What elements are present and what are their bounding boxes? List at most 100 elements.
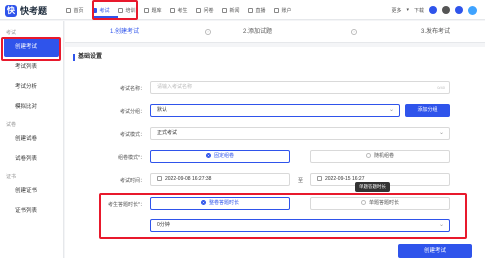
nav-item-candidates[interactable]: 考生: [166, 0, 192, 20]
sidebar-item-certificate-list[interactable]: 证书列表: [0, 201, 63, 221]
brand-name: 快考题: [20, 6, 48, 16]
arrow-right-icon: ›: [351, 29, 357, 35]
nav-label: 题库: [151, 7, 162, 14]
step-create-exam: 1.创建考试: [110, 29, 140, 35]
answer-duration-label: 考生答题时长*：: [108, 202, 145, 208]
sidebar-group-paper: 试卷: [6, 122, 17, 128]
label-text: 组卷模式: [118, 155, 139, 161]
sidebar-group-exam: 考试: [6, 30, 17, 36]
exam-time-label: 考试时间：: [119, 178, 145, 184]
placeholder-text: 请输入考试名称: [157, 84, 193, 90]
label-text: 考生答题时长: [108, 202, 139, 208]
nav-label: 新闻: [229, 7, 240, 14]
radio-label: 整卷答题时长: [208, 200, 239, 206]
char-counter: 0/40: [437, 85, 445, 90]
calendar-icon: [157, 176, 162, 181]
sidebar-item-create-exam[interactable]: 创建考试: [4, 37, 59, 57]
exam-category-select[interactable]: 默认 ⌄: [150, 104, 400, 117]
nav-item-survey[interactable]: 问卷: [192, 0, 218, 20]
label-text: 考试名称: [119, 86, 140, 92]
select-value: 默认: [157, 107, 168, 113]
start-time-input[interactable]: 2022-09-08 16:27:38: [150, 173, 290, 186]
radio-dot-icon: [200, 200, 206, 205]
sidebar-group-certificate: 证书: [6, 174, 17, 180]
top-navigation: 快 快考题 首页 考试 培训 题库 考生 问卷 新闻 直播 账户 更多 ▾ 下载: [0, 0, 485, 20]
input-value: 2022-09-08 16:27:38: [165, 176, 212, 182]
exam-name-label: 考试名称：: [119, 86, 145, 92]
radio-random-paper[interactable]: 随机组卷: [310, 150, 450, 163]
nav-label: 账户: [281, 7, 292, 14]
duration-select[interactable]: 0分钟 ⌄: [150, 219, 450, 232]
sidebar-item-create-paper[interactable]: 创建试卷: [0, 129, 63, 149]
chevron-down-icon: ⌄: [438, 222, 444, 228]
radio-dot-icon: [360, 200, 366, 205]
avatar[interactable]: [468, 5, 477, 15]
sidebar-item-create-certificate[interactable]: 创建证书: [0, 181, 63, 201]
radio-dot-icon: [205, 153, 211, 158]
exam-category-label: 考试分组：: [119, 109, 145, 115]
section-title: 基础设置: [73, 54, 102, 61]
chevron-down-icon: ⌄: [438, 130, 444, 136]
radio-per-question-duration[interactable]: 单题答题时长: [310, 197, 450, 210]
home-icon: [66, 7, 72, 13]
nav-label: 直播: [255, 7, 266, 14]
nav-item-live[interactable]: 直播: [244, 0, 270, 20]
nav-item-home[interactable]: 首页: [62, 0, 88, 20]
message-icon[interactable]: [429, 6, 437, 14]
step-indicator: 1.创建考试 › 2.添加试题 › 3.发布考试: [65, 21, 485, 43]
calendar-icon: [317, 176, 322, 181]
exam-mode-label: 考试模式：: [119, 132, 145, 138]
more-menu[interactable]: 更多: [391, 7, 401, 14]
account-icon: [274, 7, 280, 13]
nav-label: 问卷: [203, 7, 214, 14]
brand-logo[interactable]: 快 快考题: [5, 4, 47, 17]
chevron-down-icon: ▾: [406, 7, 409, 13]
top-right-tools: 更多 ▾ 下载: [391, 0, 477, 20]
live-icon: [248, 7, 254, 13]
exam-form: 基础设置 考试名称： 请输入考试名称 0/40 考试分组： 默认 ⌄ 添加分组 …: [65, 47, 485, 258]
radio-dot-icon: [365, 153, 371, 158]
radio-fixed-paper[interactable]: 固定组卷: [150, 150, 290, 163]
user-icon: [170, 7, 176, 13]
paper-mode-label: 组卷模式*：: [118, 155, 145, 161]
radio-label: 单题答题时长: [368, 200, 399, 206]
select-value: 0分钟: [157, 222, 170, 228]
logo-icon: 快: [5, 4, 17, 17]
nav-label: 考试: [99, 7, 110, 14]
exam-icon: [92, 7, 98, 13]
add-category-button[interactable]: 添加分组: [405, 104, 450, 117]
active-nav-indicator: [92, 16, 118, 18]
tooltip: 单题答题时长: [355, 182, 390, 192]
nav-label: 首页: [73, 7, 84, 14]
nav-item-news[interactable]: 新闻: [218, 0, 244, 20]
question-bank-icon: [144, 7, 150, 13]
arrow-right-icon: ›: [205, 29, 211, 35]
radio-label: 固定组卷: [213, 153, 234, 159]
step-publish-exam: 3.发布考试: [421, 29, 451, 35]
sidebar: 考试 创建考试 考试列表 考试分析 模拟比对 试卷 创建试卷 试卷列表 证书 创…: [0, 21, 64, 258]
nav-label: 培训: [125, 7, 136, 14]
sidebar-item-exam-list[interactable]: 考试列表: [0, 57, 63, 77]
exam-mode-select[interactable]: 正式考试 ⌄: [150, 127, 450, 140]
news-icon: [222, 7, 228, 13]
chevron-down-icon: ⌄: [388, 107, 394, 113]
nav-label: 考生: [177, 7, 188, 14]
label-text: 考试模式: [119, 132, 140, 138]
radio-whole-paper-duration[interactable]: 整卷答题时长: [150, 197, 290, 210]
exam-name-input[interactable]: 请输入考试名称 0/40: [150, 81, 450, 94]
create-exam-button[interactable]: 创建考试: [398, 244, 472, 258]
help-icon[interactable]: [442, 6, 450, 14]
select-value: 正式考试: [157, 130, 178, 136]
time-separator: 至: [298, 178, 304, 184]
notification-icon[interactable]: [455, 6, 463, 14]
label-text: 考试时间: [119, 178, 140, 184]
sidebar-item-paper-list[interactable]: 试卷列表: [0, 149, 63, 169]
training-icon: [118, 7, 124, 13]
radio-label: 随机组卷: [373, 153, 394, 159]
download-link[interactable]: 下载: [414, 7, 424, 14]
nav-item-account[interactable]: 账户: [270, 0, 296, 20]
sidebar-item-mock-compare[interactable]: 模拟比对: [0, 97, 63, 117]
sidebar-item-exam-analysis[interactable]: 考试分析: [0, 77, 63, 97]
survey-icon: [196, 7, 202, 13]
nav-item-question-bank[interactable]: 题库: [140, 0, 166, 20]
